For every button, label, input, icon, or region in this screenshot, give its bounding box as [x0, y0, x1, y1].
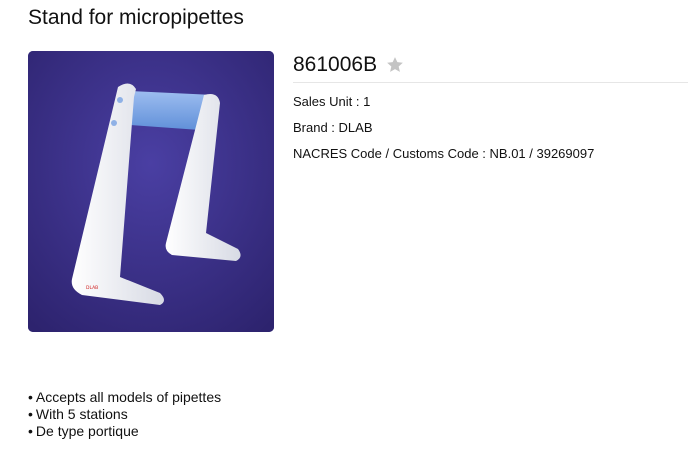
nacres-code: NACRES Code / Customs Code : NB.01 / 392… [293, 146, 595, 161]
feature-list: Accepts all models of pipettes With 5 st… [28, 389, 221, 440]
pipette-stand-photo: DLAB [28, 51, 274, 332]
list-item: Accepts all models of pipettes [28, 389, 221, 406]
brand: Brand : DLAB [293, 120, 373, 135]
page-title: Stand for micropipettes [28, 6, 244, 29]
list-item: With 5 stations [28, 406, 221, 423]
list-item: De type portique [28, 423, 221, 440]
sales-unit: Sales Unit : 1 [293, 94, 371, 109]
product-image[interactable]: DLAB [28, 51, 274, 332]
product-reference: 861006B [293, 53, 378, 76]
brand-logo: DLAB [86, 285, 98, 291]
reference-row: 861006B [293, 52, 688, 83]
product-details: 861006B Sales Unit : 1 Brand : DLAB NACR… [293, 52, 688, 161]
star-icon[interactable] [385, 55, 405, 75]
